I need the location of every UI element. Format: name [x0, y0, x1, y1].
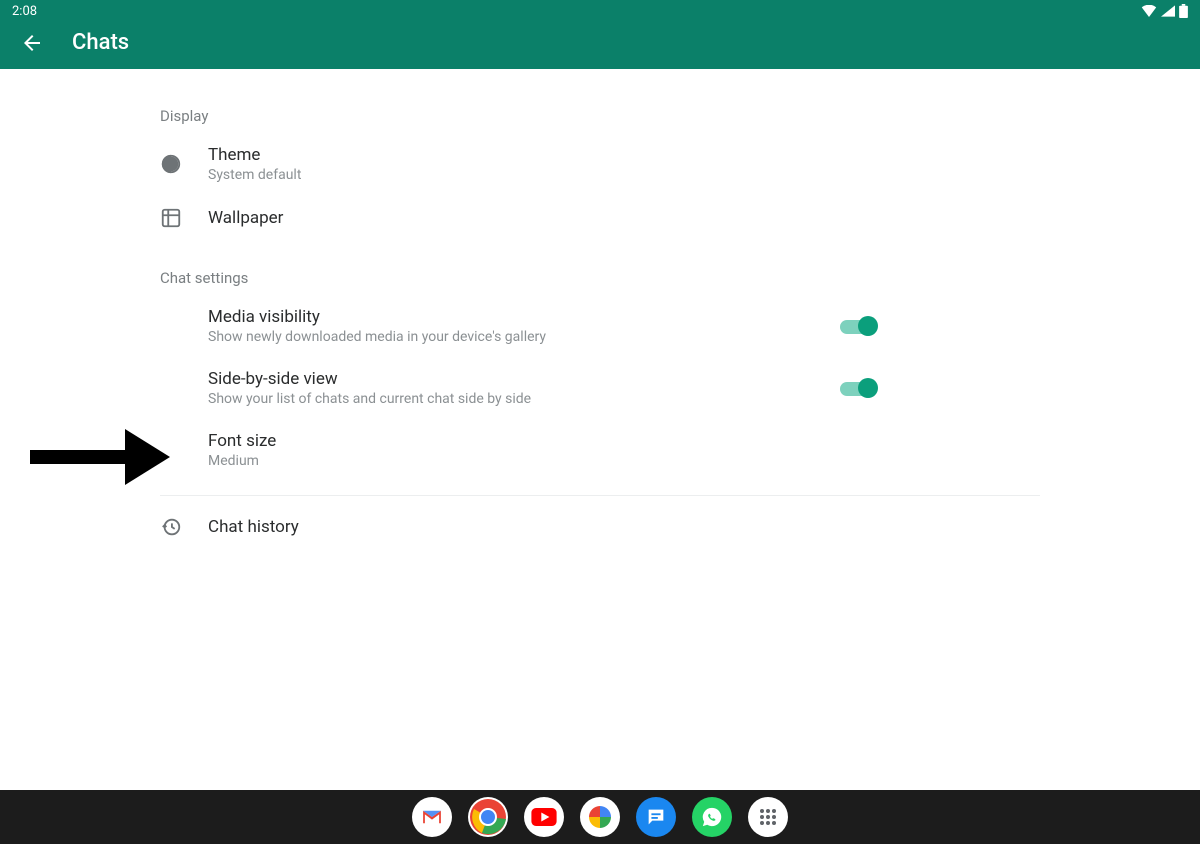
messages-icon [645, 806, 667, 828]
title-bar: Chats [0, 22, 1200, 69]
history-icon [160, 516, 208, 538]
status-icons [1141, 4, 1188, 18]
chrome-icon [468, 797, 508, 837]
dock [0, 790, 1200, 844]
whatsapp-icon [701, 806, 723, 828]
dock-whatsapp[interactable] [692, 797, 732, 837]
media-toggle[interactable] [840, 315, 880, 337]
font-value: Medium [208, 453, 860, 469]
row-wallpaper[interactable]: Wallpaper [160, 195, 1040, 241]
status-time: 2:08 [12, 4, 37, 19]
row-chat-history[interactable]: Chat history [160, 504, 1040, 550]
media-desc: Show newly downloaded media in your devi… [208, 329, 860, 345]
content: Display Theme System default Wallpaper C… [0, 69, 1200, 844]
sidebyside-desc: Show your list of chats and current chat… [208, 391, 860, 407]
media-title: Media visibility [208, 307, 860, 327]
dock-gmail[interactable] [412, 797, 452, 837]
screen: 2:08 Chats Display Theme System default [0, 0, 1200, 844]
dock-apps[interactable] [748, 797, 788, 837]
apps-grid-icon [758, 807, 778, 827]
annotation-arrow-icon [30, 421, 170, 493]
sidebyside-title: Side-by-side view [208, 369, 860, 389]
toggle-knob [858, 316, 878, 336]
theme-value: System default [208, 167, 860, 183]
dock-youtube[interactable] [524, 797, 564, 837]
page-title: Chats [72, 30, 129, 55]
row-theme[interactable]: Theme System default [160, 133, 1040, 195]
status-bar: 2:08 [0, 0, 1200, 22]
history-title: Chat history [208, 517, 860, 537]
back-button[interactable] [20, 31, 44, 55]
dock-chrome[interactable] [468, 797, 508, 837]
wallpaper-title: Wallpaper [208, 208, 860, 228]
photos-icon [587, 804, 613, 830]
section-label-display: Display [160, 107, 1200, 125]
row-font-size[interactable]: Font size Medium [160, 419, 1040, 481]
youtube-icon [531, 808, 557, 826]
wallpaper-icon [160, 207, 208, 229]
theme-title: Theme [208, 145, 860, 165]
wifi-icon [1141, 5, 1157, 17]
font-title: Font size [208, 431, 860, 451]
dock-messages[interactable] [636, 797, 676, 837]
signal-icon [1161, 5, 1175, 17]
divider [160, 495, 1040, 496]
arrow-left-icon [20, 31, 44, 55]
sidebyside-toggle[interactable] [840, 377, 880, 399]
toggle-knob [858, 378, 878, 398]
battery-icon [1179, 4, 1188, 18]
row-media-visibility[interactable]: Media visibility Show newly downloaded m… [160, 295, 1040, 357]
app-bar: 2:08 Chats [0, 0, 1200, 69]
dock-photos[interactable] [580, 797, 620, 837]
theme-icon [160, 153, 208, 175]
gmail-icon [421, 809, 443, 825]
section-label-chat: Chat settings [160, 269, 1200, 287]
row-side-by-side[interactable]: Side-by-side view Show your list of chat… [160, 357, 1040, 419]
